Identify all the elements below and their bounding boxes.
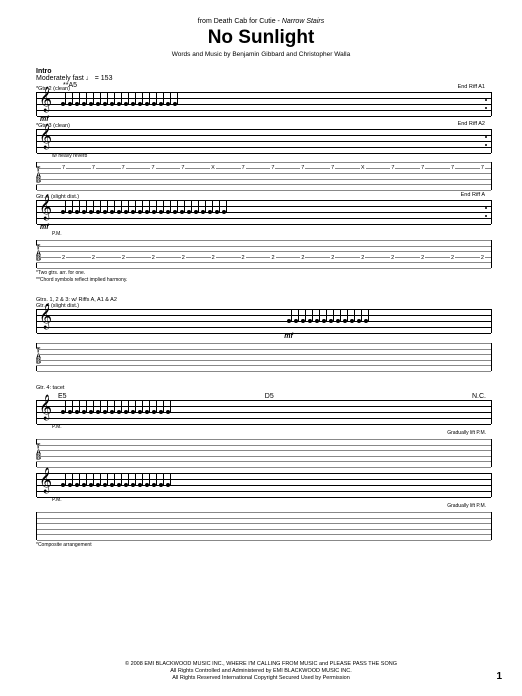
header-block: from Death Cab for Cutie - Narrow Stairs… <box>28 18 494 58</box>
tab-staff-3: TAB <box>36 343 492 371</box>
pm-marking: P.M. <box>52 231 494 237</box>
riff-end-a2: End Riff A2 <box>458 121 485 127</box>
copyright-line1: © 2008 EMI BLACKWOOD MUSIC INC., WHERE I… <box>28 661 494 668</box>
copyright-line2: All Rights Controlled and Administered b… <box>28 668 494 675</box>
source-prefix: from Death Cab for Cutie - <box>198 18 282 25</box>
system-2: Gtr. 1 (slight dist.) 𝄞 End Riff A mf P.… <box>28 194 494 283</box>
gtr4-tacet: Gtr. 4: tacet <box>36 385 494 391</box>
chord-a5: **A5 <box>63 82 77 89</box>
sheet-page: from Death Cab for Cutie - Narrow Stairs… <box>0 0 522 696</box>
staff-notation-6: 𝄞 <box>36 473 492 497</box>
tab-label: TAB <box>35 168 42 185</box>
staff-notation-3: 𝄞 End Riff A <box>36 200 492 224</box>
dynamic-mf: mf <box>40 116 494 123</box>
tab-numbers-row: 222222222222222 <box>61 255 485 261</box>
chord-row: E5 D5 N.C. <box>58 393 486 400</box>
tab-staff-2: TAB 222222222222222 <box>36 240 492 268</box>
tab-label: TAB <box>35 445 42 462</box>
chord-e5: E5 <box>58 393 67 400</box>
system-3: Gtrs. 1, 2 & 3: w/ Riffs A, A1 & A2 Gtr.… <box>28 297 494 371</box>
grad-pm: Gradually lift P.M. <box>52 503 486 509</box>
staff-notation-5: 𝄞 <box>36 400 492 424</box>
staff-notation: 𝄞 **A5 End Riff A1 <box>36 92 492 116</box>
tab-staff-5 <box>36 512 492 540</box>
copyright-block: © 2008 EMI BLACKWOOD MUSIC INC., WHERE I… <box>28 661 494 682</box>
song-title: No Sunlight <box>28 27 494 49</box>
notes-row <box>37 200 491 224</box>
notes-row <box>37 473 491 497</box>
chord-d5: D5 <box>265 393 274 400</box>
page-number: 1 <box>496 671 502 682</box>
footnote-2: **Chord symbols reflect implied harmony. <box>36 277 494 283</box>
copyright-line3: All Rights Reserved International Copyri… <box>28 675 494 682</box>
album-name: Narrow Stairs <box>282 18 324 25</box>
tempo-marking: Moderately fast ♩ = 153 <box>36 75 494 82</box>
staff-notation-4: 𝄞 <box>36 309 492 333</box>
composite-note: *Composite arrangement <box>36 542 494 548</box>
notes-row <box>37 309 491 333</box>
notes-row <box>37 400 491 424</box>
system-1: *Gtr. 2 (clean) 𝄞 **A5 End Riff A1 mf *G… <box>28 86 494 190</box>
source-line: from Death Cab for Cutie - Narrow Stairs <box>28 18 494 25</box>
footnote-1: *Two gtrs. arr. for one. <box>36 270 494 276</box>
system-4: Gtr. 4: tacet E5 D5 N.C. 𝄞 P.M. Graduall… <box>28 385 494 548</box>
section-intro: Intro <box>36 68 494 75</box>
tab-label: TAB <box>35 349 42 366</box>
dynamic-mf: mf <box>40 224 494 231</box>
tab-staff-4: TAB <box>36 439 492 467</box>
tab-staff-1: TAB 77777X7777X7777 <box>36 162 492 190</box>
tab-label: TAB <box>35 246 42 263</box>
dynamic-mf: mf <box>284 333 494 340</box>
notes-row <box>37 92 491 116</box>
tab-numbers-row: 77777X7777X7777 <box>61 165 485 171</box>
credits: Words and Music by Benjamin Gibbard and … <box>28 51 494 58</box>
riff-end-a: End Riff A <box>461 192 485 198</box>
grad-pm: Gradually lift P.M. <box>52 430 486 436</box>
chord-nc: N.C. <box>472 393 486 400</box>
staff-notation-2: 𝄞 End Riff A2 <box>36 129 492 153</box>
riff-end-a1: End Riff A1 <box>458 84 485 90</box>
